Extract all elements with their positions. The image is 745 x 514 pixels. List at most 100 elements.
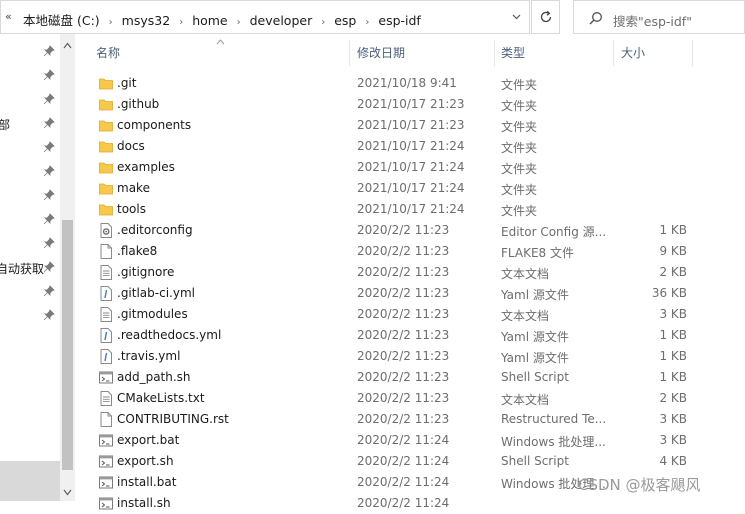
pin-icon[interactable] xyxy=(43,309,55,321)
file-name: .gitignore xyxy=(117,265,175,279)
file-size: 9 KB xyxy=(659,244,687,258)
column-header-type[interactable]: 类型 xyxy=(501,38,525,68)
file-row[interactable]: .gitmodules 2020/2/2 11:23 文本文档 3 KB xyxy=(87,304,745,325)
breadcrumb-separator-icon[interactable]: › xyxy=(365,17,369,28)
file-date: 2020/2/2 11:23 xyxy=(357,391,450,405)
navigation-pane: 部 自动获取 xyxy=(0,34,60,501)
file-row[interactable]: install.sh 2020/2/2 11:24 xyxy=(87,493,745,514)
search-box[interactable]: 搜索"esp-idf" xyxy=(573,0,745,34)
address-overflow-icon[interactable]: « xyxy=(5,10,12,23)
column-divider[interactable] xyxy=(349,40,350,66)
file-row[interactable]: export.bat 2020/2/2 11:24 Windows 批处理... 3 … xyxy=(87,430,745,451)
column-header-name[interactable]: 名称 xyxy=(96,38,120,68)
pin-icon[interactable] xyxy=(43,285,55,297)
yaml-file-icon xyxy=(99,349,113,364)
file-date: 2020/2/2 11:23 xyxy=(357,244,450,258)
column-header-row: 名称 修改日期 类型 大小 xyxy=(87,38,745,68)
file-row[interactable]: .gitignore 2020/2/2 11:23 文本文档 2 KB xyxy=(87,262,745,283)
file-name: .git xyxy=(117,76,137,90)
pin-icon[interactable] xyxy=(43,117,55,129)
pin-icon[interactable] xyxy=(43,165,55,177)
breadcrumb-item-msys32[interactable]: msys32 xyxy=(122,13,171,28)
file-size: 36 KB xyxy=(651,286,687,300)
file-row[interactable]: examples 2021/10/17 21:24 文件夹 xyxy=(87,157,745,178)
file-row[interactable]: CMakeLists.txt 2020/2/2 11:23 文本文档 2 KB xyxy=(87,388,745,409)
pin-icon[interactable] xyxy=(43,213,55,225)
breadcrumb-item-esp-idf[interactable]: esp-idf xyxy=(378,13,420,28)
file-type: 文件夹 xyxy=(501,141,538,155)
breadcrumb-separator-icon[interactable]: › xyxy=(321,17,325,28)
file-row[interactable]: .gitlab-ci.yml 2020/2/2 11:23 Yaml 源文件 36 K… xyxy=(87,283,745,304)
file-size: 4 KB xyxy=(659,454,687,468)
file-name: .editorconfig xyxy=(117,223,193,237)
address-dropdown-icon[interactable] xyxy=(512,12,521,21)
file-row[interactable]: .readthedocs.yml 2020/2/2 11:23 Yaml 源文件 1 … xyxy=(87,325,745,346)
pin-icon[interactable] xyxy=(43,261,55,273)
file-type: 文件夹 xyxy=(501,204,538,218)
yaml-file-icon xyxy=(99,286,113,301)
file-date: 2021/10/18 9:41 xyxy=(357,76,457,90)
breadcrumb-item-home[interactable]: home xyxy=(192,13,227,28)
file-date: 2020/2/2 11:23 xyxy=(357,328,450,342)
file-size: 1 KB xyxy=(659,328,687,342)
file-row[interactable]: .flake8 2020/2/2 11:23 FLAKE8 文件 9 KB xyxy=(87,241,745,262)
file-name: .flake8 xyxy=(117,244,158,258)
file-date: 2020/2/2 11:24 xyxy=(357,433,450,447)
scrollbar-thumb[interactable] xyxy=(62,220,73,470)
file-row[interactable]: make 2021/10/17 21:24 文件夹 xyxy=(87,178,745,199)
file-row[interactable]: components 2021/10/17 21:23 文件夹 xyxy=(87,115,745,136)
folder-icon xyxy=(99,181,113,196)
file-type: 文件夹 xyxy=(501,162,538,176)
file-type: 文件夹 xyxy=(501,99,538,113)
file-row[interactable]: CONTRIBUTING.rst 2020/2/2 11:23 Restructur… xyxy=(87,409,745,430)
file-name: CMakeLists.txt xyxy=(117,391,205,405)
pin-icon[interactable] xyxy=(43,69,55,81)
file-date: 2020/2/2 11:23 xyxy=(357,307,450,321)
file-type: 文本文档 xyxy=(501,309,550,323)
column-divider[interactable] xyxy=(494,40,495,66)
file-row[interactable]: .editorconfig 2020/2/2 11:23 Editor Config… xyxy=(87,220,745,241)
file-date: 2020/2/2 11:23 xyxy=(357,370,450,384)
folder-icon xyxy=(99,118,113,133)
file-name: make xyxy=(117,181,150,195)
file-row[interactable]: docs 2021/10/17 21:24 文件夹 xyxy=(87,136,745,157)
breadcrumb-separator-icon[interactable]: › xyxy=(237,17,241,28)
column-header-date[interactable]: 修改日期 xyxy=(357,38,405,68)
nav-item-label-partial[interactable]: 部 xyxy=(0,116,10,133)
column-divider[interactable] xyxy=(692,40,693,66)
file-row[interactable]: .github 2021/10/17 21:23 文件夹 xyxy=(87,94,745,115)
address-bar[interactable]: « 本地磁盘 (C:) › msys32 › home › developer › esp › es… xyxy=(0,0,530,34)
scroll-down-icon[interactable] xyxy=(63,489,72,496)
file-size: 1 KB xyxy=(659,223,687,237)
file-size: 1 KB xyxy=(659,370,687,384)
pin-icon[interactable] xyxy=(43,141,55,153)
pin-icon[interactable] xyxy=(43,237,55,249)
column-header-size[interactable]: 大小 xyxy=(621,38,645,68)
file-row[interactable]: .travis.yml 2020/2/2 11:23 Yaml 源文件 1 KB xyxy=(87,346,745,367)
file-row[interactable]: export.sh 2020/2/2 11:24 Shell Script 4 KB xyxy=(87,451,745,472)
file-date: 2020/2/2 11:23 xyxy=(357,265,450,279)
text-file-icon xyxy=(99,391,113,406)
pin-icon[interactable] xyxy=(43,189,55,201)
file-row[interactable]: tools 2021/10/17 21:24 文件夹 xyxy=(87,199,745,220)
nav-scrollbar[interactable] xyxy=(60,34,75,501)
breadcrumb-item-esp[interactable]: esp xyxy=(334,13,356,28)
breadcrumb-item-drive[interactable]: 本地磁盘 (C:) xyxy=(23,13,100,28)
nav-selected-item[interactable] xyxy=(0,461,60,501)
refresh-button[interactable] xyxy=(531,0,560,34)
pin-icon[interactable] xyxy=(43,45,55,57)
breadcrumb-item-developer[interactable]: developer xyxy=(250,13,313,28)
file-name: install.sh xyxy=(117,496,171,510)
breadcrumb-separator-icon[interactable]: › xyxy=(179,17,183,28)
scroll-up-icon[interactable] xyxy=(63,42,72,49)
breadcrumb-separator-icon[interactable]: › xyxy=(109,17,113,28)
script-file-icon xyxy=(99,433,113,448)
pin-icon[interactable] xyxy=(43,93,55,105)
file-row[interactable]: add_path.sh 2020/2/2 11:23 Shell Script 1 K… xyxy=(87,367,745,388)
file-date: 2021/10/17 21:24 xyxy=(357,139,465,153)
file-row[interactable]: .git 2021/10/18 9:41 文件夹 xyxy=(87,73,745,94)
column-divider[interactable] xyxy=(613,40,614,66)
folder-icon xyxy=(99,139,113,154)
nav-item-label-partial[interactable]: 自动获取 xyxy=(0,260,44,277)
file-date: 2021/10/17 21:24 xyxy=(357,181,465,195)
